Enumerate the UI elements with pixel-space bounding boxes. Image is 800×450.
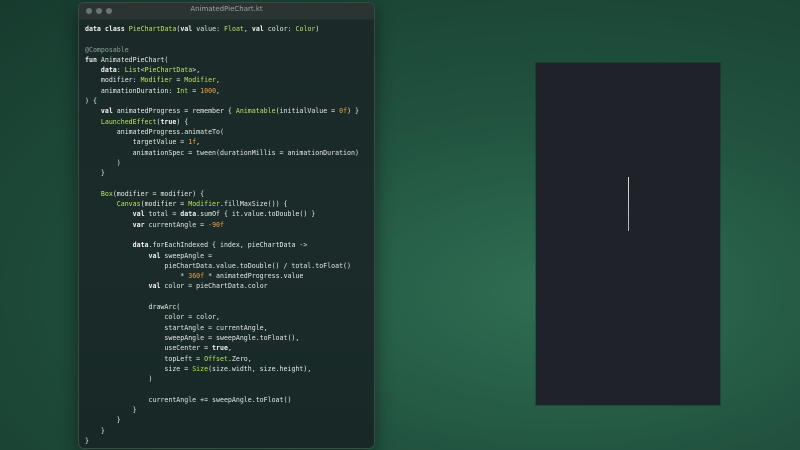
code-line: LaunchedEffect(true) { bbox=[100, 117, 189, 126]
code-line: pieChartData.value.toDouble() / total.to… bbox=[85, 261, 351, 270]
code-line: } bbox=[85, 405, 137, 414]
window-title: AnimatedPieChart.kt bbox=[190, 5, 263, 13]
code-line: val sweepAngle = bbox=[148, 251, 213, 260]
code-line: data.forEachIndexed { index, pieChartDat… bbox=[132, 241, 308, 250]
code-editor-window: AnimatedPieChart.kt data class PieChartD… bbox=[78, 2, 375, 449]
code-line: val animatedProgress = remember { Animat… bbox=[100, 107, 359, 116]
code-line: } bbox=[85, 426, 105, 435]
code-line: animatedProgress.animateTo( bbox=[85, 127, 224, 136]
code-line: topLeft = Offset.Zero, bbox=[85, 354, 252, 363]
code-line: startAngle = currentAngle, bbox=[85, 323, 268, 332]
code-line: } bbox=[85, 169, 105, 178]
code-line: sweepAngle = sweepAngle.toFloat(), bbox=[85, 333, 300, 342]
code-line: data class PieChartData(val value: Float… bbox=[85, 25, 320, 33]
code-line: data: List<PieChartData>, bbox=[100, 66, 201, 75]
code-line: var currentAngle = -90f bbox=[132, 220, 224, 229]
code-line: @Composable bbox=[85, 45, 129, 54]
window-titlebar: AnimatedPieChart.kt bbox=[79, 3, 374, 20]
code-line: drawArc( bbox=[85, 303, 181, 312]
code-line: ) { bbox=[85, 97, 97, 106]
code-area[interactable]: data class PieChartData(val value: Float… bbox=[85, 24, 370, 446]
code-line: Box(modifier = modifier) { bbox=[100, 189, 205, 198]
code-line: animationDuration: Int = 1000, bbox=[85, 86, 221, 95]
code-line: color = color, bbox=[85, 313, 220, 322]
code-line: modifier: Modifier = Modifier, bbox=[85, 76, 221, 85]
code-line: Canvas(modifier = Modifier.fillMaxSize()… bbox=[116, 200, 288, 209]
code-line: val color = pieChartData.color bbox=[148, 282, 268, 291]
preview-canvas bbox=[536, 63, 720, 405]
code-line: val total = data.sumOf { it.value.toDoub… bbox=[132, 210, 316, 219]
code-line: } bbox=[85, 436, 89, 445]
code-line: ) bbox=[85, 158, 121, 167]
code-line: currentAngle += sweepAngle.toFloat() bbox=[85, 395, 292, 404]
code-line: animationSpec = tween(durationMillis = a… bbox=[85, 148, 359, 157]
code-line: } bbox=[85, 416, 121, 425]
code-line: targetValue = 1f, bbox=[85, 138, 201, 147]
code-line: * 360f * animatedProgress.value bbox=[85, 272, 304, 281]
pie-chart-arc bbox=[628, 177, 629, 231]
code-line: useCenter = true, bbox=[85, 344, 232, 353]
code-line: ) bbox=[85, 375, 153, 384]
code-line: size = Size(size.width, size.height), bbox=[85, 364, 312, 373]
code-line: fun AnimatedPieChart( bbox=[85, 55, 169, 64]
